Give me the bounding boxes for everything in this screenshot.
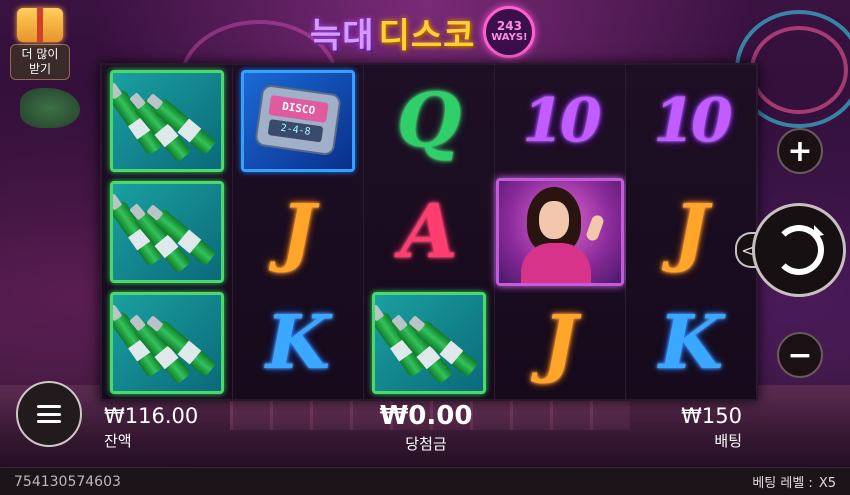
ways-badge: 243 WAYS! [483,6,536,58]
diva-body-shape [521,242,591,283]
bet-display: ₩150 배팅 [660,404,742,451]
plus-icon: + [787,133,813,169]
game-title: 늑대 디스코 243 WAYS! [310,6,536,58]
ways-label: WAYS! [491,32,528,43]
symbol-k: K [658,299,724,386]
symbol-j: J [280,188,316,275]
balance-value: ₩116.00 [104,404,199,428]
ways-number: 243 [496,19,522,33]
reel-3: QA [364,65,495,399]
reel-cell: Q [364,65,494,176]
pager-screen-number: 2-4-8 [267,118,324,142]
reel-cell: J [626,176,756,287]
reel-cell: K [626,287,756,398]
refresh-icon [774,225,824,275]
win-value: ₩0.00 [379,401,473,431]
symbol-k: K [265,299,331,386]
win-label: 당첨금 [405,435,447,453]
pager-icon: DISCO 2-4-8 [254,83,342,156]
reel-2: DISCO 2-4-8 J K [233,65,364,399]
more-bonus-button[interactable]: 더 많이 받기 [10,8,70,94]
reel-cell: K [233,287,363,398]
bet-level-label: 베팅 레벨 : [752,476,813,491]
soju-bottles-symbol [110,180,224,283]
reel-cell [364,287,494,398]
round-id: 754130574603 [14,473,121,490]
pager-symbol: DISCO 2-4-8 [241,69,355,172]
decrease-bet-button[interactable]: − [777,332,823,378]
symbol-10: 10 [653,85,732,156]
diva-face-shape [539,200,569,239]
reel-cell: DISCO 2-4-8 [233,65,363,176]
title-part-1: 늑대 [310,15,375,56]
balance-display: ₩116.00 잔액 [104,404,198,451]
reel-1 [102,65,233,399]
pager-screen-text: DISCO [268,94,329,123]
reel-cell: J [233,176,363,287]
disco-diva-symbol [496,177,624,286]
reel-cell [102,287,232,398]
soju-bottles-symbol [110,291,224,394]
reel-cell [102,176,232,287]
neon-arc-right-inner [750,26,848,114]
reel-cell [495,176,625,287]
reel-4: 10 J [495,65,626,399]
reel-cell: J [495,287,625,398]
reel-cell: A [364,176,494,287]
bet-level: 베팅 레벨 : X5 [752,472,836,491]
game-screen: 늑대 디스코 243 WAYS! 더 많이 받기 DISCO 2-4-8 J K Q A 1… [0,0,850,495]
reel-cell: 10 [495,65,625,176]
symbol-a: A [400,188,458,275]
symbol-j: J [542,299,578,386]
reel-cell [102,65,232,176]
reels-grid: DISCO 2-4-8 J K Q A 10 J 10 J K [100,63,758,401]
symbol-10: 10 [522,85,601,156]
symbol-q: Q [396,77,462,164]
balance-label: 잔액 [104,432,132,450]
dragon-icon [20,88,80,128]
spin-button[interactable] [752,203,846,297]
minus-icon: − [787,337,813,373]
increase-bet-button[interactable]: + [777,128,823,174]
reel-5: 10 J K [626,65,757,399]
symbol-j: J [673,188,709,275]
footer-bar: 754130574603 베팅 레벨 : X5 [0,467,850,495]
gift-icon [17,8,63,42]
more-bonus-label-line2: 받기 [28,62,52,76]
more-bonus-label: 더 많이 받기 [10,44,70,80]
title-part-2: 디스코 [378,15,476,56]
bet-value: ₩150 [681,404,742,428]
hamburger-icon [37,405,61,423]
reel-cell: 10 [626,65,756,176]
diva-hand-shape [584,213,606,242]
bet-label: 배팅 [714,432,742,450]
menu-button[interactable] [16,381,82,447]
bet-level-value: X5 [818,476,836,491]
soju-bottles-symbol [372,291,486,394]
soju-bottles-symbol [110,69,224,172]
more-bonus-label-line1: 더 많이 [21,47,59,61]
win-display: ₩0.00 당첨금 [378,401,474,454]
